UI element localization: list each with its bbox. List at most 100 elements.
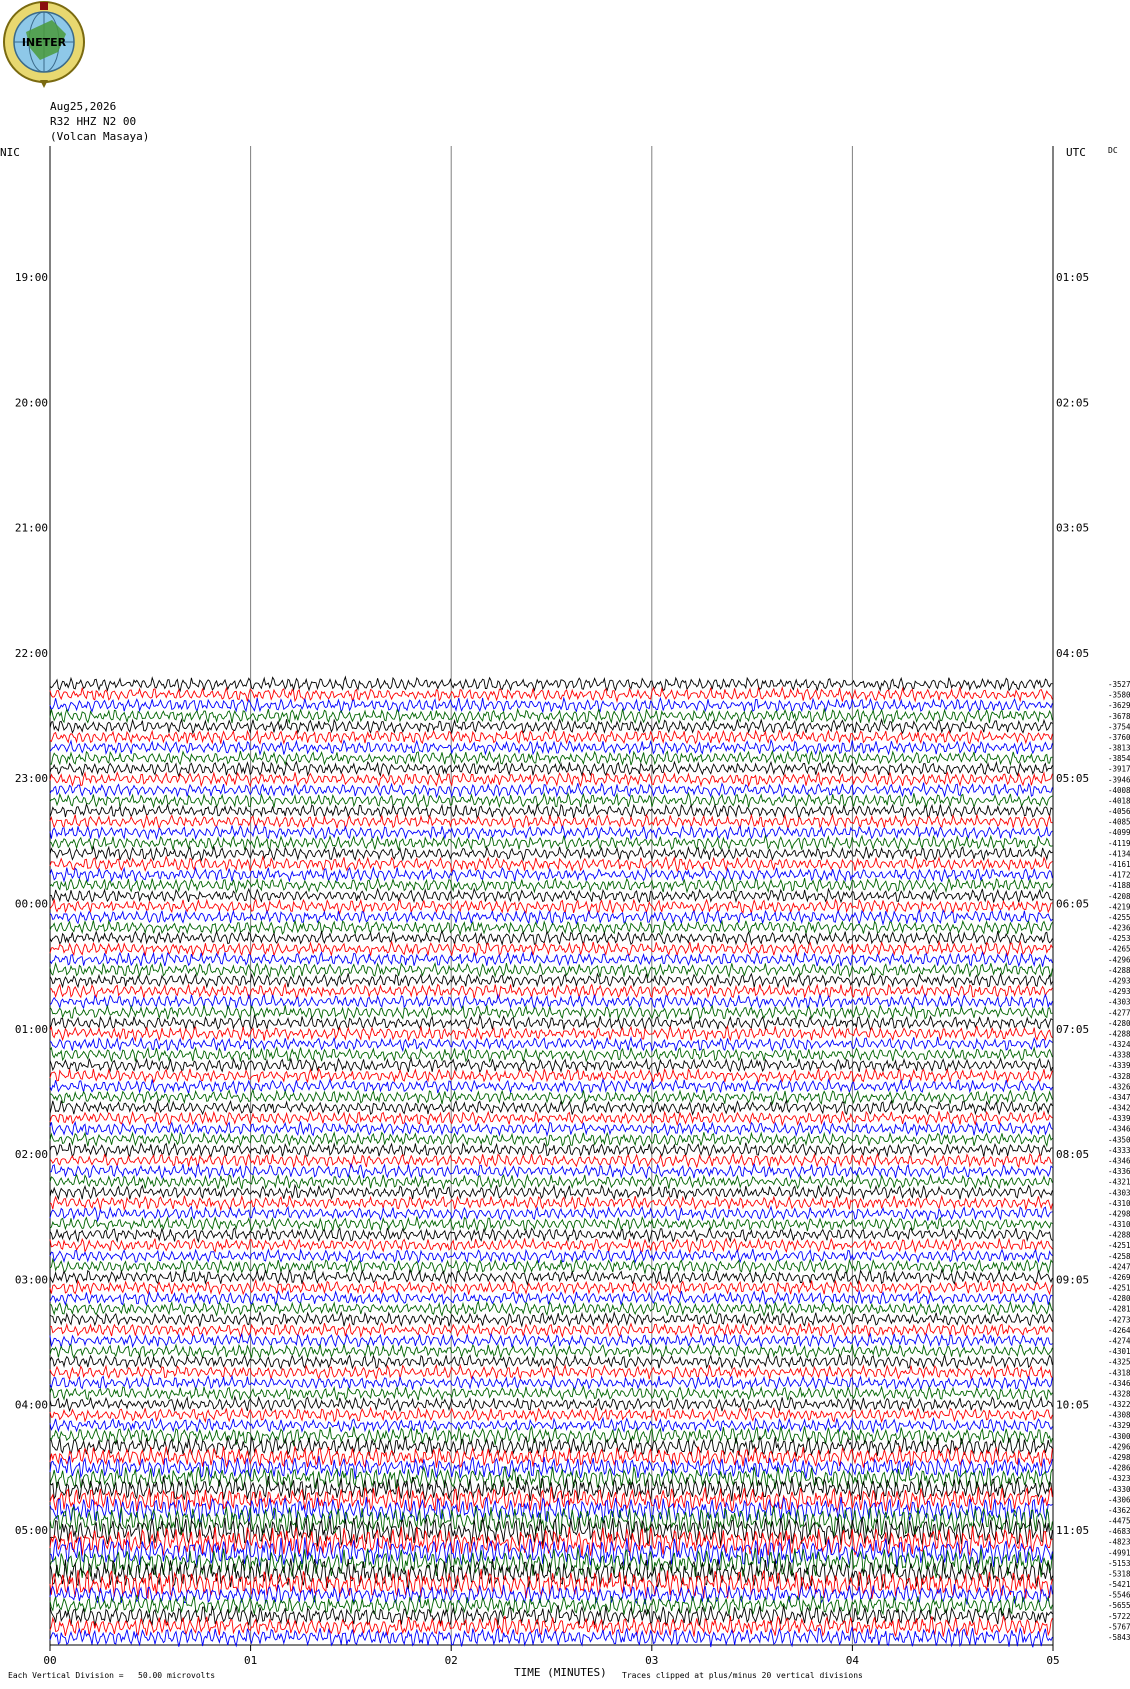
- seismic-trace: [49, 929, 1053, 947]
- trace-offset-label: -4298: [1108, 1209, 1130, 1218]
- trace-offset-label: -4219: [1108, 902, 1130, 911]
- left-hour-label: 21:00: [15, 522, 48, 535]
- trace-offset-label: -4350: [1108, 1135, 1130, 1144]
- trace-offset-label: -4683: [1108, 1527, 1130, 1536]
- right-hour-label: 09:05: [1056, 1273, 1089, 1286]
- trace-offset-label: -3678: [1108, 712, 1130, 721]
- seismic-trace: [49, 1088, 1053, 1106]
- seismic-trace: [49, 1173, 1053, 1191]
- trace-offset-label: -4280: [1108, 1294, 1130, 1303]
- seismic-trace: [49, 1098, 1053, 1116]
- trace-offset-label: -4264: [1108, 1326, 1130, 1335]
- seismic-trace: [49, 717, 1053, 736]
- x-tick-label: 03: [645, 1654, 658, 1667]
- trace-offset-label: -4333: [1108, 1146, 1130, 1155]
- trace-offset-label: -3760: [1108, 733, 1130, 742]
- trace-offset-label: -4296: [1108, 955, 1130, 964]
- trace-offset-label: -4339: [1108, 1061, 1130, 1070]
- seismic-trace: [49, 749, 1053, 767]
- seismic-trace: [49, 876, 1053, 894]
- trace-offset-label: -4301: [1108, 1347, 1130, 1356]
- seismic-trace: [49, 1353, 1053, 1370]
- seismic-trace: [49, 898, 1053, 915]
- trace-offset-label: -4273: [1108, 1315, 1130, 1324]
- trace-offset-label: -4134: [1108, 849, 1130, 858]
- x-tick-label: 05: [1046, 1654, 1059, 1667]
- seismic-trace: [49, 1046, 1053, 1063]
- left-hour-label: 23:00: [15, 772, 48, 785]
- seismic-trace: [49, 887, 1053, 904]
- right-hour-label: 07:05: [1056, 1023, 1089, 1036]
- trace-offset-label: -4265: [1108, 945, 1130, 954]
- seismic-trace: [49, 760, 1053, 778]
- seismic-trace: [49, 1406, 1053, 1424]
- x-axis-title: TIME (MINUTES): [514, 1666, 607, 1679]
- seismic-trace: [49, 1077, 1053, 1096]
- trace-offset-label: -4281: [1108, 1305, 1130, 1314]
- seismic-trace: [49, 1025, 1053, 1043]
- x-tick-label: 02: [445, 1654, 458, 1667]
- trace-offset-label: -4300: [1108, 1432, 1130, 1441]
- left-hour-label: 03:00: [15, 1273, 48, 1286]
- seismic-trace: [49, 813, 1053, 831]
- left-hour-label: 05:00: [15, 1524, 48, 1537]
- trace-offset-label: -4339: [1108, 1114, 1130, 1123]
- trace-offset-label: -4475: [1108, 1517, 1130, 1526]
- seismic-trace: [49, 1131, 1053, 1148]
- right-hour-label: 01:05: [1056, 271, 1089, 284]
- trace-offset-label: -4251: [1108, 1284, 1130, 1293]
- seismic-trace: [49, 1332, 1053, 1349]
- trace-offset-label: -4161: [1108, 860, 1130, 869]
- trace-offset-label: -4306: [1108, 1495, 1130, 1504]
- seismic-trace: [49, 1183, 1053, 1201]
- trace-offset-label: -4328: [1108, 1072, 1130, 1081]
- left-hour-label: 19:00: [15, 271, 48, 284]
- left-hour-label: 00:00: [15, 898, 48, 911]
- trace-offset-label: -5318: [1108, 1569, 1130, 1578]
- trace-offset-label: -4310: [1108, 1199, 1130, 1208]
- trace-offset-label: -4274: [1108, 1337, 1130, 1346]
- trace-offset-label: -4991: [1108, 1548, 1130, 1557]
- trace-offset-label: -4251: [1108, 1241, 1130, 1250]
- seismic-trace: [49, 908, 1053, 926]
- left-hour-label: 01:00: [15, 1023, 48, 1036]
- seismic-trace: [49, 802, 1053, 820]
- trace-offset-label: -4099: [1108, 828, 1130, 837]
- trace-offset-label: -4258: [1108, 1252, 1130, 1261]
- seismic-trace: [49, 919, 1053, 937]
- left-hour-label: 02:00: [15, 1148, 48, 1161]
- right-hour-label: 08:05: [1056, 1148, 1089, 1161]
- trace-offset-label: -4286: [1108, 1464, 1130, 1473]
- trace-offset-label: -4330: [1108, 1485, 1130, 1494]
- seismic-traces: [49, 675, 1053, 1648]
- trace-offset-label: -4347: [1108, 1093, 1130, 1102]
- trace-offset-label: -4172: [1108, 871, 1130, 880]
- trace-offset-label: -3527: [1108, 680, 1130, 689]
- trace-offset-label: -4298: [1108, 1453, 1130, 1462]
- seismic-trace: [49, 1226, 1053, 1244]
- trace-offset-label: -4288: [1108, 1029, 1130, 1038]
- seismic-trace: [49, 1067, 1053, 1084]
- seismic-trace: [49, 685, 1053, 704]
- trace-offset-label: -5722: [1108, 1612, 1130, 1621]
- seismic-trace: [49, 834, 1053, 851]
- trace-offset-label: -4296: [1108, 1442, 1130, 1451]
- right-hour-label: 04:05: [1056, 647, 1089, 660]
- trace-offset-label: -4277: [1108, 1008, 1130, 1017]
- trace-offset-label: -3754: [1108, 722, 1130, 731]
- seismic-trace: [49, 993, 1053, 1010]
- trace-offset-label: -4288: [1108, 966, 1130, 975]
- left-hour-label: 04:00: [15, 1399, 48, 1412]
- x-tick-label: 04: [846, 1654, 860, 1667]
- seismic-trace: [49, 771, 1053, 788]
- trace-offset-label: -4288: [1108, 1231, 1130, 1240]
- trace-offset-label: -4119: [1108, 839, 1130, 848]
- trace-offset-label: -5843: [1108, 1633, 1130, 1642]
- trace-offset-label: -4336: [1108, 1167, 1130, 1176]
- trace-offset-label: -4338: [1108, 1051, 1130, 1060]
- seismic-trace: [49, 696, 1053, 714]
- trace-offset-label: -3813: [1108, 744, 1130, 753]
- seismic-trace: [49, 1120, 1053, 1138]
- trace-offset-label: -4325: [1108, 1358, 1130, 1367]
- scale-note: Each Vertical Division = 50.00 microvolt…: [8, 1671, 216, 1680]
